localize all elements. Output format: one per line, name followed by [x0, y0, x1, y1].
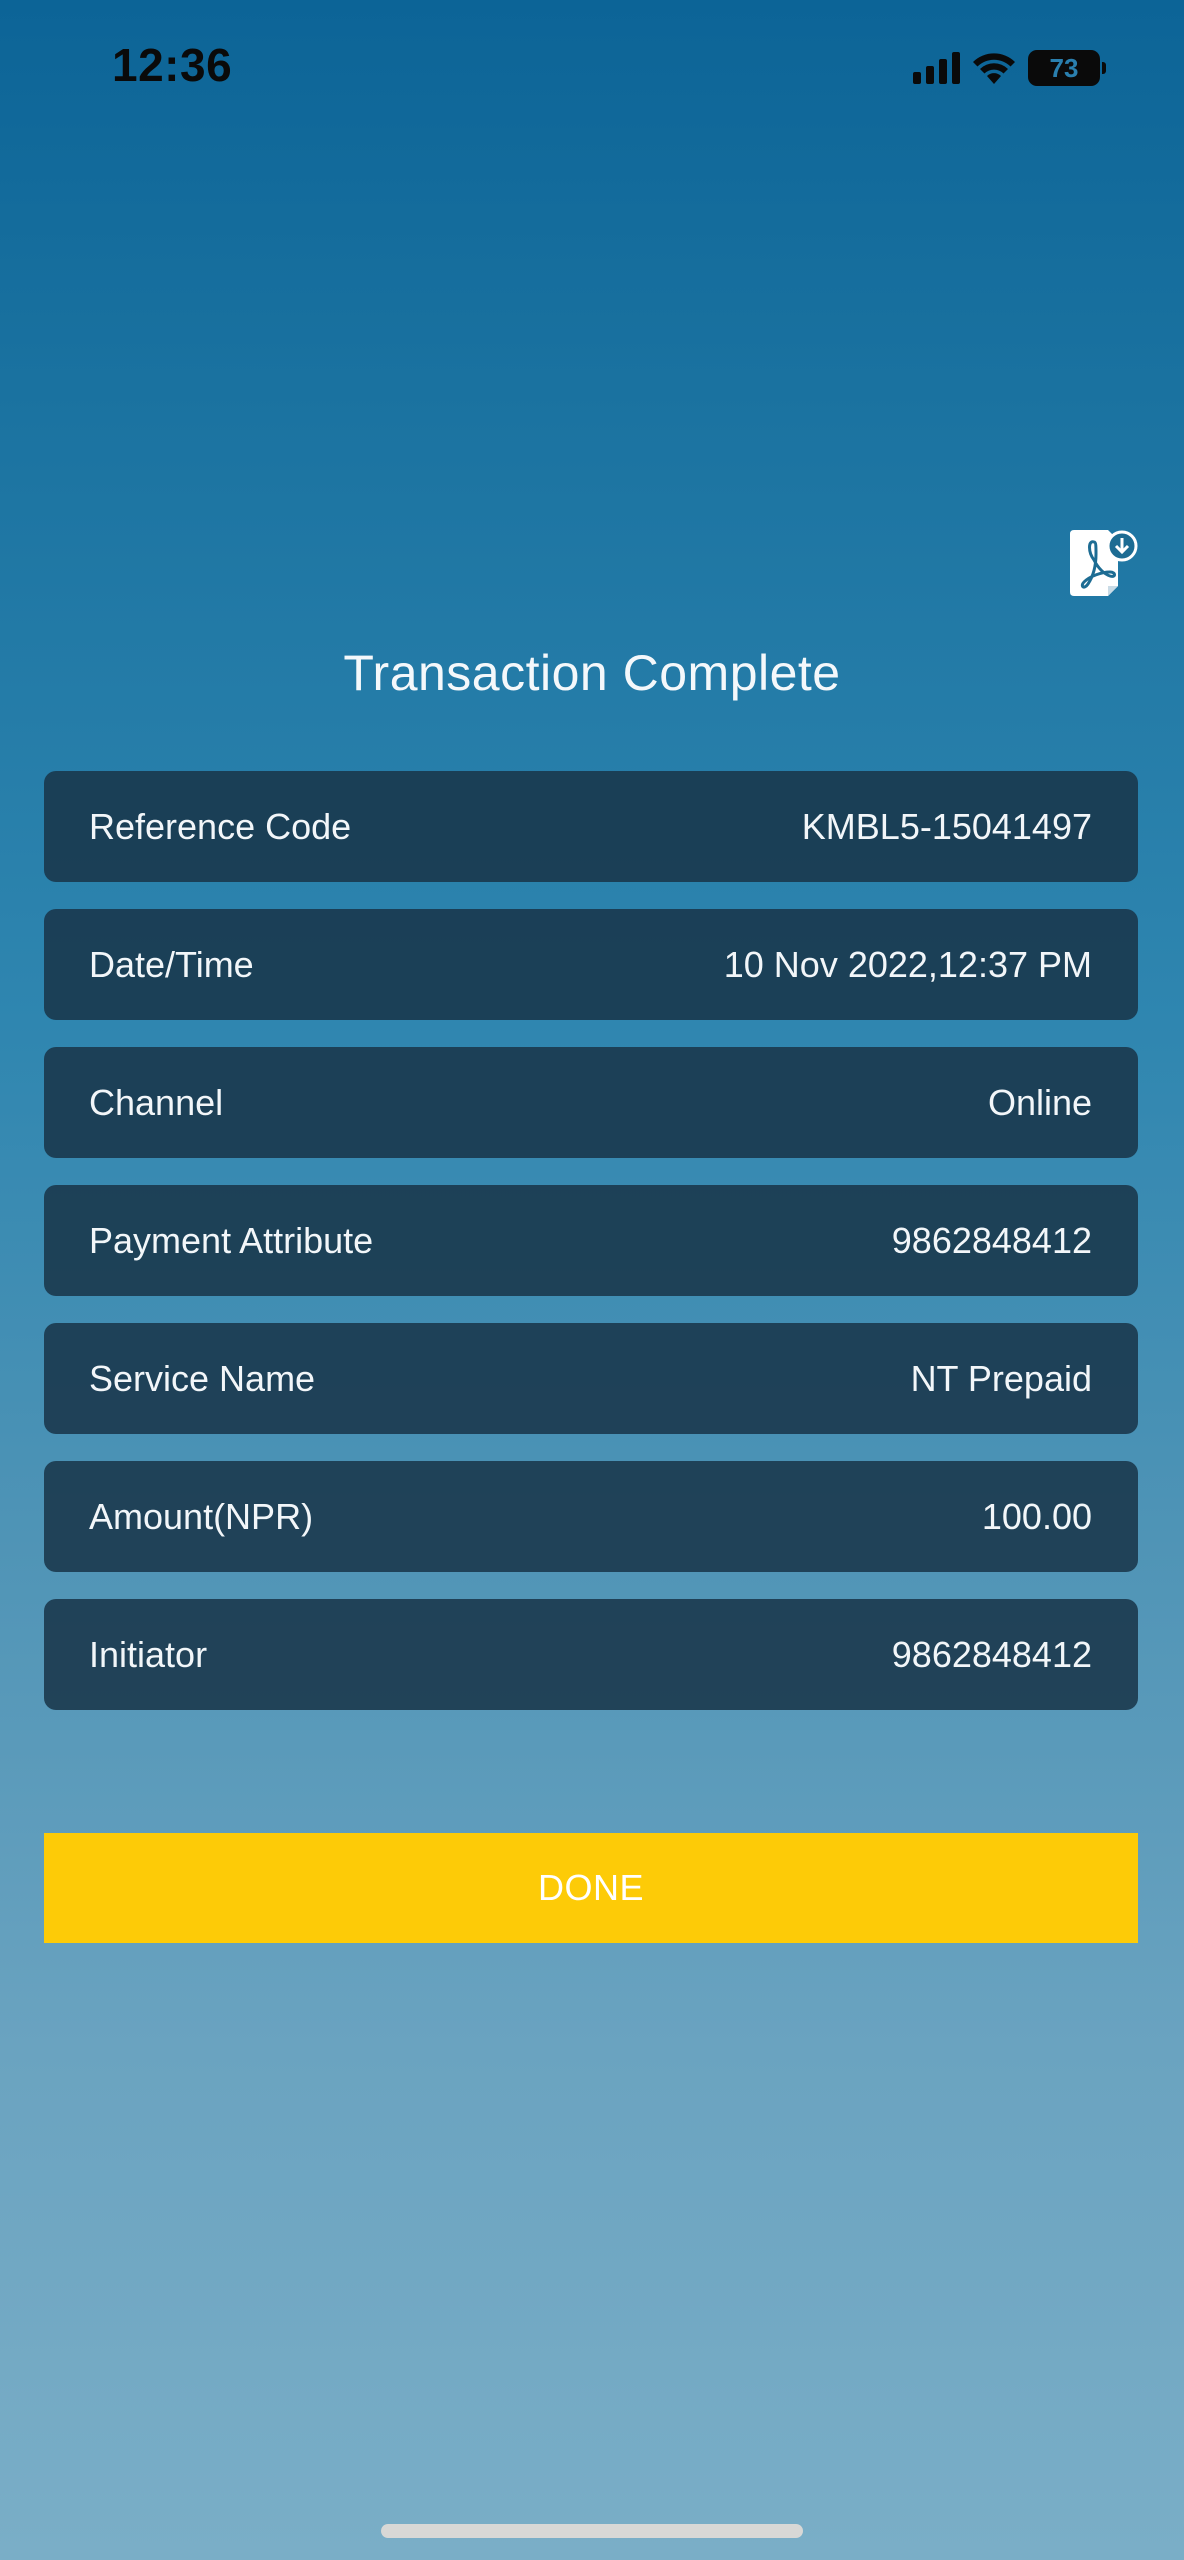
- detail-label: Channel: [89, 1081, 224, 1123]
- battery-level: 73: [1028, 50, 1100, 86]
- detail-label: Date/Time: [89, 943, 254, 985]
- detail-label: Initiator: [89, 1633, 208, 1675]
- transaction-details: Reference Code KMBL5-15041497 Date/Time …: [44, 771, 1138, 1737]
- detail-row-service-name: Service Name NT Prepaid: [44, 1323, 1138, 1434]
- pdf-download-button[interactable]: [1068, 526, 1140, 598]
- detail-row-date-time: Date/Time 10 Nov 2022,12:37 PM: [44, 909, 1138, 1020]
- battery-tip: [1102, 62, 1106, 74]
- done-button[interactable]: DONE: [44, 1833, 1138, 1943]
- detail-row-reference-code: Reference Code KMBL5-15041497: [44, 771, 1138, 882]
- detail-row-initiator: Initiator 9862848412: [44, 1599, 1138, 1710]
- page-title: Transaction Complete: [343, 645, 841, 701]
- detail-value: Online: [987, 1081, 1092, 1123]
- detail-row-payment-attribute: Payment Attribute 9862848412: [44, 1185, 1138, 1296]
- status-time: 12:36: [112, 39, 233, 91]
- detail-value: NT Prepaid: [910, 1357, 1092, 1399]
- detail-label: Amount(NPR): [89, 1495, 314, 1537]
- home-indicator[interactable]: [381, 2524, 803, 2538]
- detail-label: Reference Code: [89, 805, 352, 847]
- detail-value: 9862848412: [891, 1219, 1092, 1261]
- status-icons: 73: [913, 48, 1106, 88]
- detail-value: KMBL5-15041497: [801, 805, 1092, 847]
- status-bar: 12:36 73: [0, 0, 1184, 140]
- signal-icon: [913, 52, 960, 84]
- detail-label: Payment Attribute: [89, 1219, 374, 1261]
- wifi-icon: [973, 53, 1015, 84]
- detail-row-channel: Channel Online: [44, 1047, 1138, 1158]
- detail-value: 9862848412: [891, 1633, 1092, 1675]
- pdf-download-icon: [1070, 530, 1138, 596]
- detail-row-amount: Amount(NPR) 100.00: [44, 1461, 1138, 1572]
- detail-value: 100.00: [981, 1495, 1092, 1537]
- battery-icon: 73: [1028, 50, 1106, 86]
- detail-value: 10 Nov 2022,12:37 PM: [723, 943, 1092, 985]
- detail-label: Service Name: [89, 1357, 316, 1399]
